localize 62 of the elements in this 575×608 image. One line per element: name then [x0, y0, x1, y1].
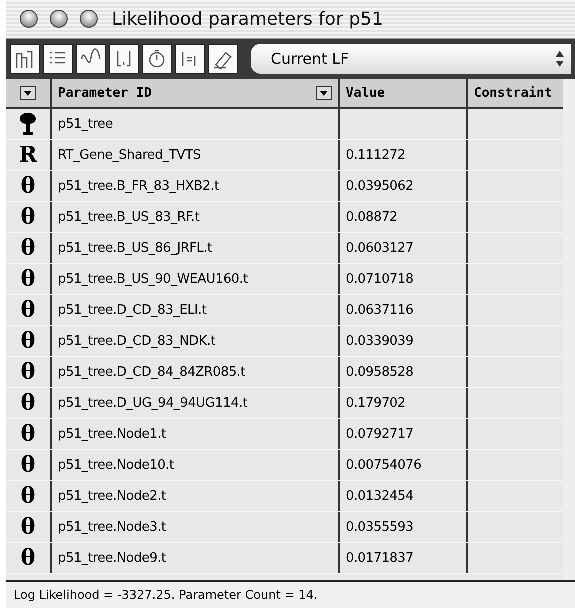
table-cell: p51_tree.B_FR_83_HXB2.t	[52, 171, 340, 201]
table-cell: p51_tree.D_CD_84_84ZR085.t	[52, 357, 340, 387]
toolbar-button[interactable]	[76, 44, 106, 74]
table-cell: 0.0132454	[340, 481, 468, 511]
table-cell: p51_tree.B_US_90_WEAU160.t	[52, 264, 340, 294]
table-cell: RT_Gene_Shared_TVTS	[52, 140, 340, 170]
parameter-type-symbol: θ	[20, 421, 36, 447]
minimize-button[interactable]	[50, 10, 68, 28]
status-text: Log Likelihood = -3327.25. Parameter Count = 14.	[14, 588, 318, 602]
column-header[interactable]: Value	[340, 79, 468, 107]
table-cell: p51_tree.Node9.t	[52, 543, 340, 573]
table-cell: p51_tree.D_CD_83_ELI.t	[52, 295, 340, 325]
table-cell: 0.0171837	[340, 543, 468, 573]
toolbar-button[interactable]	[142, 44, 172, 74]
table-cell: 0.179702	[340, 388, 468, 418]
toolbar-button[interactable]	[10, 44, 40, 74]
table-cell: p51_tree.D_CD_83_NDK.t	[52, 326, 340, 356]
table-cell: 0.0339039	[340, 326, 468, 356]
table-cell: 0.0792717	[340, 419, 468, 449]
parameter-type-symbol: θ	[20, 452, 36, 478]
table-cell: 0.0637116	[340, 295, 468, 325]
toolbar-button[interactable]	[43, 44, 73, 74]
parameter-type-symbol: θ	[20, 173, 36, 199]
table-cell: p51_tree.Node1.t	[52, 419, 340, 449]
tree-icon	[19, 112, 37, 136]
table-cell: p51_tree.Node10.t	[52, 450, 340, 480]
window-title: Likelihood parameters for p51	[112, 8, 384, 30]
toolbar-button[interactable]	[109, 44, 139, 74]
parameter-type-symbol: R	[19, 142, 37, 168]
table-cell: p51_tree.Node3.t	[52, 512, 340, 542]
table-cell: p51_tree.Node2.t	[52, 481, 340, 511]
zoom-button[interactable]	[80, 10, 98, 28]
dropdown-icon[interactable]	[316, 86, 332, 100]
parameter-type-symbol: θ	[20, 359, 36, 385]
table-cell: p51_tree.B_US_86_JRFL.t	[52, 233, 340, 263]
table-cell: 0.0395062	[340, 171, 468, 201]
parameter-type-symbol: θ	[20, 545, 36, 571]
parameter-type-symbol: θ	[20, 483, 36, 509]
table-cell: 0.0710718	[340, 264, 468, 294]
dropdown-icon[interactable]	[20, 86, 36, 100]
parameter-type-symbol: θ	[20, 297, 36, 323]
parameter-type-symbol: θ	[20, 514, 36, 540]
table-cell: 0.0958528	[340, 357, 468, 387]
table-cell: p51_tree.D_UG_94_94UG114.t	[52, 388, 340, 418]
table-cell: p51_tree	[52, 109, 340, 139]
toolbar-button[interactable]	[175, 44, 205, 74]
lf-popup[interactable]: Current LF	[251, 44, 571, 74]
table-cell: p51_tree.B_US_83_RF.t	[52, 202, 340, 232]
parameter-type-symbol: θ	[20, 266, 36, 292]
parameter-type-symbol: θ	[20, 328, 36, 354]
table-cell: 0.111272	[340, 140, 468, 170]
parameter-type-symbol: θ	[20, 204, 36, 230]
table-cell: 0.08872	[340, 202, 468, 232]
toolbar-button[interactable]	[208, 44, 238, 74]
parameter-type-symbol: θ	[20, 390, 36, 416]
column-header[interactable]: Constraint	[468, 79, 563, 107]
table-cell: 0.0603127	[340, 233, 468, 263]
column-header[interactable]: Parameter ID	[52, 79, 340, 107]
parameter-type-symbol: θ	[20, 235, 36, 261]
table-cell: 0.0355593	[340, 512, 468, 542]
close-button[interactable]	[20, 10, 38, 28]
table-cell: 0.00754076	[340, 450, 468, 480]
